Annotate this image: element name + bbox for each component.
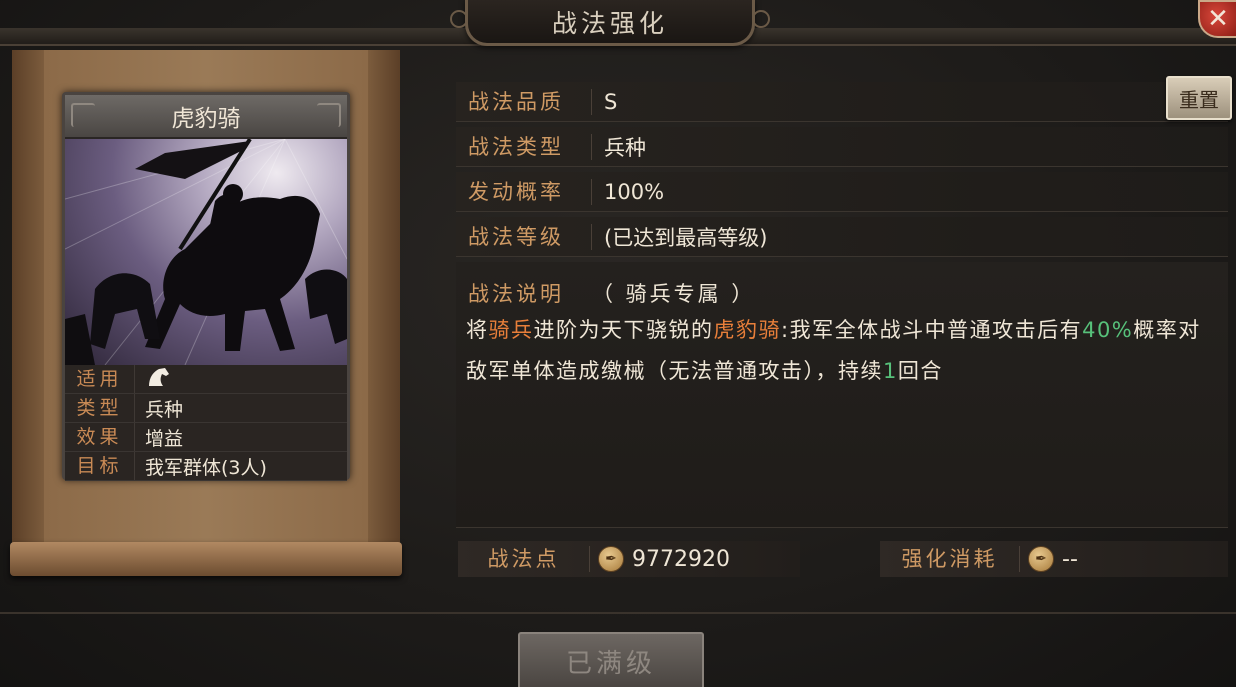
info-row-quality: 战法品质 S [456, 82, 1228, 122]
info-value: 100% [604, 179, 665, 204]
info-label: 战法类型 [456, 133, 592, 160]
skill-points-value: 9772920 [632, 546, 730, 572]
title-plate: 战法强化 [450, 0, 770, 46]
card-row-value: 兵种 [145, 398, 184, 421]
card-row-value [135, 366, 171, 393]
scroll-edge-left [12, 50, 44, 550]
desc-part: 将 [466, 318, 489, 342]
close-button[interactable]: ✕ [1198, 0, 1236, 38]
max-level-button[interactable]: 已满级 [518, 632, 704, 687]
info-value: (已达到最高等级) [604, 225, 768, 250]
desc-part: 进阶为天下骁锐的 [533, 318, 714, 342]
card-row-value: 增益 [145, 427, 184, 450]
description-text: 将骑兵进阶为天下骁锐的虎豹骑:我军全体战斗中普通攻击后有40%概率对敌军单体造成… [466, 310, 1218, 392]
desc-part: :我军全体战斗中普通攻击后有 [781, 318, 1083, 342]
card-attributes: 适用 类型 兵种 效果 增益 目标 我军群体(3人) [65, 365, 347, 481]
info-value: S [604, 89, 618, 114]
quill-coin-icon: ✒ [598, 546, 624, 572]
info-row-level: 战法等级 (已达到最高等级) [456, 217, 1228, 257]
info-row-type: 战法类型 兵种 [456, 127, 1228, 167]
card-row-effect: 效果 增益 [65, 423, 347, 452]
card-row-value: 我军群体(3人) [145, 456, 267, 479]
card-row-target: 目标 我军群体(3人) [65, 452, 347, 481]
skill-name: 虎豹骑 [171, 106, 241, 132]
upgrade-cost-label: 强化消耗 [880, 546, 1020, 572]
card-row-key: 适用 [65, 365, 135, 393]
info-label: 战法等级 [456, 223, 592, 250]
close-icon: ✕ [1207, 4, 1229, 34]
desc-part: 回合 [897, 359, 943, 383]
info-value: 兵种 [604, 135, 646, 160]
card-title-bar: 虎豹骑 [65, 95, 347, 139]
description-label: 战法说明 [468, 282, 564, 306]
desc-highlight-percent: 40% [1082, 318, 1134, 342]
cavalry-silhouette-image [65, 139, 347, 365]
scroll-edge-right [368, 50, 400, 550]
scroll-rod [10, 542, 402, 576]
info-label: 发动概率 [456, 178, 592, 205]
desc-highlight-cavalry: 骑兵 [488, 318, 534, 342]
skill-points-box: 战法点 ✒ 9772920 [458, 541, 800, 577]
desc-highlight-skill-name: 虎豹骑 [713, 318, 781, 342]
reset-button[interactable]: 重置 [1166, 76, 1232, 120]
description-box: 战法说明 （ 骑兵专属 ） 将骑兵进阶为天下骁锐的虎豹骑:我军全体战斗中普通攻击后… [456, 262, 1228, 528]
card-row-key: 目标 [65, 452, 135, 480]
card-row-key: 类型 [65, 394, 135, 422]
game-screen: 战法强化 ✕ 虎豹骑 适用 类型 兵种 效果 增益 目标 我军群体(3人) 战法… [0, 0, 1236, 687]
skill-artwork [65, 139, 347, 365]
skill-points-label: 战法点 [458, 546, 590, 572]
window-title: 战法强化 [551, 8, 668, 38]
card-row-applies: 适用 [65, 365, 347, 394]
footer-divider [0, 612, 1236, 614]
info-row-chance: 发动概率 100% [456, 172, 1228, 212]
card-row-key: 效果 [65, 423, 135, 451]
info-label: 战法品质 [456, 88, 592, 115]
horse-head-icon [149, 367, 169, 386]
description-tag: （ 骑兵专属 ） [592, 282, 756, 306]
skill-card: 虎豹骑 适用 类型 兵种 效果 增益 目标 我军群体(3人) [62, 92, 350, 481]
quill-coin-icon: ✒ [1028, 546, 1054, 572]
desc-highlight-turns: 1 [883, 359, 898, 383]
upgrade-cost-value: -- [1062, 546, 1078, 572]
description-header: 战法说明 （ 骑兵专属 ） [468, 278, 755, 308]
upgrade-cost-box: 强化消耗 ✒ -- [880, 541, 1228, 577]
card-row-type: 类型 兵种 [65, 394, 347, 423]
